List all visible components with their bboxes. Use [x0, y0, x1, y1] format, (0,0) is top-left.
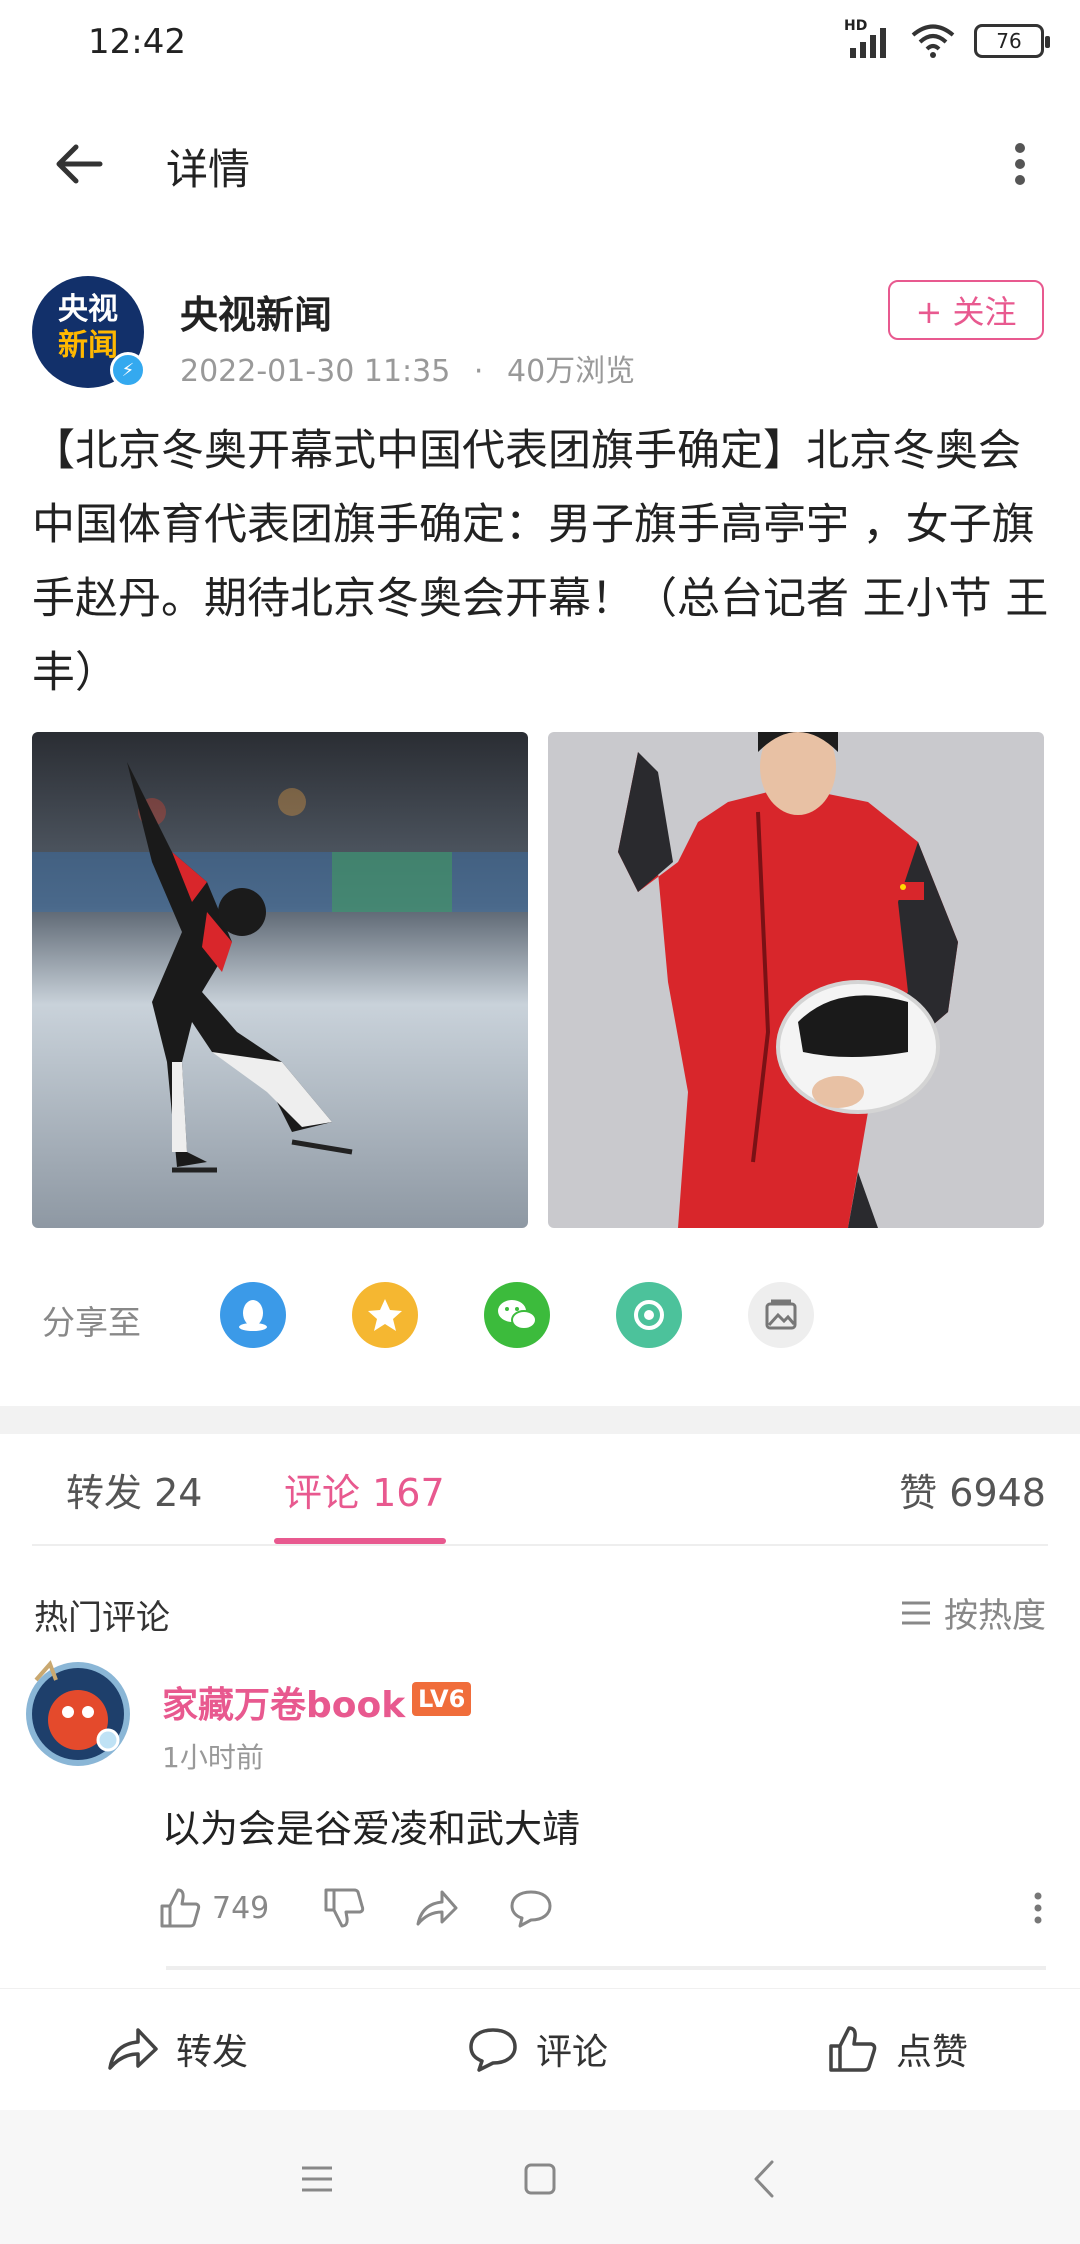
comment-separator — [166, 1966, 1046, 1970]
qq-icon — [239, 1300, 267, 1331]
comment-label: 评论 — [536, 2032, 609, 2073]
commenter-name[interactable]: 家藏万卷book — [162, 1676, 405, 1728]
comment-more-button[interactable] — [1028, 1880, 1048, 1936]
wechat-share-button[interactable] — [484, 1282, 550, 1348]
status-bar: 12:42 HD 76 — [0, 0, 1080, 90]
tab-comments-label: 评论 — [284, 1471, 361, 1515]
comment-dislike-button[interactable] — [322, 1880, 366, 1936]
tab-likes-label: 赞 — [899, 1471, 938, 1515]
thumbs-down-icon — [324, 1888, 365, 1928]
avatar-text-line1: 央视 — [58, 292, 118, 327]
status-icons: HD 76 — [844, 18, 1050, 58]
tab-repost-count: 24 — [154, 1471, 203, 1515]
more-options-icon[interactable] — [1000, 134, 1040, 194]
sort-button[interactable]: 按热度 — [900, 1588, 1046, 1637]
qq-share-button[interactable] — [220, 1282, 286, 1348]
user-level-badge: LV6 — [412, 1682, 472, 1716]
moments-icon — [634, 1300, 664, 1330]
more-options-icon — [1034, 1892, 1042, 1924]
tab-likes[interactable]: 赞 6948 — [899, 1462, 1046, 1517]
recent-apps-icon[interactable] — [292, 2154, 342, 2204]
tab-comments[interactable]: 评论 167 — [284, 1462, 445, 1517]
comment-text: 以为会是谷爱凌和武大靖 — [162, 1807, 581, 1851]
meta-separator: · — [473, 354, 484, 389]
share-arrow-icon — [416, 1890, 458, 1926]
speech-bubble-icon — [510, 1890, 552, 1928]
tab-comments-count: 167 — [372, 1471, 445, 1515]
share-label: 分享至 — [42, 1303, 141, 1342]
share-arrow-icon — [108, 2028, 158, 2070]
post-views: 40万浏览 — [506, 354, 636, 389]
qzone-share-button[interactable] — [352, 1282, 418, 1348]
wifi-icon — [911, 24, 955, 58]
like-button[interactable]: 点赞 — [826, 2017, 968, 2081]
post-date: 2022-01-30 11:35 — [180, 354, 451, 389]
battery-level: 76 — [996, 29, 1022, 53]
wechat-icon — [498, 1300, 537, 1330]
top-nav: 详情 — [0, 110, 1080, 220]
verified-icon: ⚡ — [110, 352, 146, 388]
status-time: 12:42 — [88, 22, 186, 62]
comment-actions: 749 — [158, 1880, 1048, 1940]
post-image-flagbearer[interactable] — [548, 732, 1044, 1228]
speech-bubble-icon — [469, 2028, 517, 2072]
author-name[interactable]: 央视新闻 — [180, 284, 332, 339]
like-label: 点赞 — [896, 2032, 969, 2073]
hot-comments-title: 热门评论 — [34, 1598, 170, 1638]
post-text: 【北京冬奥开幕式中国代表团旗手确定】北京冬奥会中国体育代表团旗手确定：男子旗手高… — [32, 426, 1049, 698]
system-nav-bar — [0, 2110, 1080, 2244]
comment-like-button[interactable]: 749 — [158, 1880, 269, 1936]
commenter-avatar[interactable] — [16, 1650, 140, 1774]
post-meta: 2022-01-30 11:35 · 40万浏览 — [180, 346, 635, 390]
thumbs-up-icon — [160, 1888, 201, 1928]
section-divider — [0, 1406, 1080, 1434]
tab-repost-label: 转发 — [66, 1471, 143, 1515]
network-label: HD — [844, 18, 868, 34]
follow-button[interactable]: + 关注 — [888, 280, 1044, 340]
comment-button[interactable]: 评论 — [466, 2017, 608, 2081]
comment-share-button[interactable] — [414, 1880, 460, 1936]
save-image-share-button[interactable] — [748, 1282, 814, 1348]
page-title: 详情 — [166, 145, 251, 194]
qzone-icon — [368, 1299, 402, 1331]
system-back-icon[interactable] — [740, 2154, 790, 2204]
comment-time: 1小时前 — [162, 1741, 264, 1774]
signal-icon: HD — [844, 18, 892, 58]
save-image-icon — [765, 1299, 797, 1330]
repost-label: 转发 — [176, 2032, 249, 2073]
bottom-action-bar: 转发 评论 点赞 — [0, 1988, 1080, 2108]
tabs-divider — [32, 1544, 1048, 1546]
comment-like-count: 749 — [212, 1890, 270, 1926]
comment-reply-button[interactable] — [508, 1880, 554, 1936]
menu-lines-icon — [902, 1601, 930, 1624]
home-icon[interactable] — [515, 2154, 565, 2204]
back-arrow-icon[interactable] — [50, 134, 110, 194]
battery-icon: 76 — [974, 24, 1050, 58]
thumbs-up-icon — [829, 2026, 877, 2072]
post-image-skater[interactable] — [32, 732, 528, 1228]
tab-repost[interactable]: 转发 24 — [66, 1462, 202, 1517]
moments-share-button[interactable] — [616, 1282, 682, 1348]
sort-label: 按热度 — [944, 1596, 1046, 1636]
tab-likes-count: 6948 — [949, 1471, 1046, 1515]
repost-button[interactable]: 转发 — [106, 2017, 248, 2081]
